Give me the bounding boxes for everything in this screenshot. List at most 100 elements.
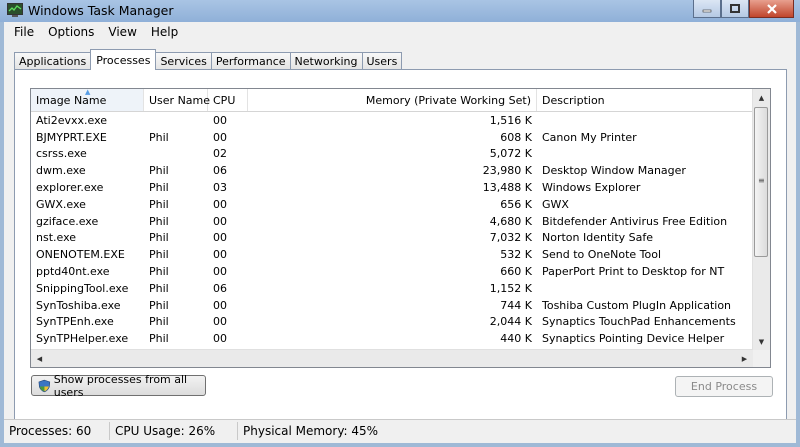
close-icon (766, 3, 777, 14)
cell-cpu: 02 (213, 147, 227, 161)
menu-file[interactable]: File (7, 25, 41, 39)
cell-image-name: ONENOTEM.EXE (36, 248, 125, 262)
cell-description: Norton Identity Safe (542, 231, 654, 245)
tab-processes[interactable]: Processes (90, 49, 157, 70)
status-cpu-usage: CPU Usage: 26% (110, 422, 238, 440)
cell-user-name: Phil (149, 197, 169, 211)
cell-memory: 7,032 K (489, 231, 532, 245)
cell-user-name: Phil (149, 332, 169, 346)
menu-view[interactable]: View (101, 25, 143, 39)
cell-user-name: Phil (149, 298, 169, 312)
cell-cpu: 06 (213, 281, 227, 295)
cell-cpu: 00 (213, 248, 227, 262)
process-row[interactable]: SynTPHelper.exe Phil 00 440 K Synaptics Poin… (31, 330, 757, 347)
column-header-memory[interactable]: Memory (Private Working Set) (248, 89, 537, 111)
scroll-left-icon[interactable]: ◀ (31, 350, 48, 367)
column-header-user-name[interactable]: User Name (144, 89, 210, 111)
cell-image-name: SynTPHelper.exe (36, 332, 129, 346)
cell-description: Canon My Printer (542, 130, 637, 144)
cell-image-name: dwm.exe (36, 164, 86, 178)
status-physical-memory: Physical Memory: 45% (243, 424, 379, 438)
cell-cpu: 00 (213, 130, 227, 144)
cell-description: Synaptics TouchPad Enhancements (542, 315, 736, 329)
cell-cpu: 03 (213, 181, 227, 195)
cell-memory: 656 K (500, 197, 532, 211)
minimize-button[interactable] (693, 0, 721, 18)
scroll-thumb[interactable]: ≡ (754, 107, 768, 257)
grip-icon: ≡ (758, 176, 765, 185)
cell-description: Send to OneNote Tool (542, 248, 662, 262)
tab-strip: Applications Processes Services Performa… (14, 49, 403, 70)
status-bar: Processes: 60 CPU Usage: 26% Physical Me… (4, 419, 796, 442)
cell-memory: 23,980 K (482, 164, 532, 178)
cell-image-name: pptd40nt.exe (36, 265, 110, 279)
cell-cpu: 00 (213, 298, 227, 312)
vertical-scrollbar[interactable]: ▲ ≡ ▼ (752, 89, 770, 350)
process-row[interactable]: csrss.exe 02 5,072 K (31, 146, 757, 163)
cell-memory: 1,152 K (489, 281, 532, 295)
tab-applications[interactable]: Applications (14, 52, 92, 70)
cell-cpu: 00 (213, 332, 227, 346)
tab-services[interactable]: Services (155, 52, 212, 70)
tab-networking[interactable]: Networking (289, 52, 363, 70)
cell-cpu: 00 (213, 315, 227, 329)
process-row[interactable]: pptd40nt.exe Phil 00 660 K PaperPort Print t… (31, 263, 757, 280)
process-row[interactable]: Ati2evxx.exe 00 1,516 K (31, 112, 757, 129)
cell-description: Toshiba Custom PlugIn Application (542, 298, 732, 312)
close-button[interactable] (749, 0, 794, 18)
cell-user-name: Phil (149, 265, 169, 279)
menu-help[interactable]: Help (144, 25, 185, 39)
cell-image-name: SynTPEnh.exe (36, 315, 114, 329)
shield-icon (38, 379, 51, 392)
column-header-image-name[interactable]: ▲ Image Name (31, 89, 144, 111)
maximize-button[interactable] (721, 0, 749, 18)
show-all-processes-button[interactable]: Show processes from all users (31, 373, 206, 399)
cell-memory: 5,072 K (489, 147, 532, 161)
column-header-description[interactable]: Description (537, 89, 757, 111)
tab-users[interactable]: Users (361, 52, 403, 70)
cell-cpu: 00 (213, 231, 227, 245)
process-row[interactable]: dwm.exe Phil 06 23,980 K Desktop Window Mana… (31, 162, 757, 179)
process-row[interactable]: nst.exe Phil 00 7,032 K Norton Identity Safe (31, 230, 757, 247)
cell-memory: 1,516 K (489, 113, 532, 127)
column-header-cpu[interactable]: CPU (208, 89, 248, 111)
column-header-row: ▲ Image Name User Name CPU Memory (Priva… (31, 89, 757, 112)
cell-memory: 660 K (500, 265, 532, 279)
process-row[interactable]: ONENOTEM.EXE Phil 00 532 K Send to OneNote T… (31, 246, 757, 263)
sort-ascending-icon: ▲ (85, 88, 91, 96)
process-row[interactable]: SynToshiba.exe Phil 00 744 K Toshiba Custom … (31, 297, 757, 314)
end-process-button[interactable]: End Process (675, 376, 773, 397)
cell-description: Bitdefender Antivirus Free Edition (542, 214, 728, 228)
process-row[interactable]: SnippingTool.exe Phil 06 1,152 K (31, 280, 757, 297)
process-row[interactable]: GWX.exe Phil 00 656 K GWX (31, 196, 757, 213)
maximize-icon (730, 4, 740, 13)
cell-user-name: Phil (149, 164, 169, 178)
menu-options[interactable]: Options (41, 25, 101, 39)
cell-description: Desktop Window Manager (542, 164, 686, 178)
cell-cpu: 00 (213, 214, 227, 228)
cell-memory: 13,488 K (482, 181, 532, 195)
scroll-up-icon[interactable]: ▲ (753, 89, 770, 106)
menu-bar: File Options View Help (4, 22, 796, 42)
cell-image-name: SynToshiba.exe (36, 298, 121, 312)
process-list: ▲ Image Name User Name CPU Memory (Priva… (30, 88, 771, 368)
cell-image-name: SnippingTool.exe (36, 281, 129, 295)
cell-description: PaperPort Print to Desktop for NT (542, 265, 725, 279)
process-row[interactable]: explorer.exe Phil 03 13,488 K Windows Explor… (31, 179, 757, 196)
cell-image-name: BJMYPRT.EXE (36, 130, 107, 144)
tab-performance[interactable]: Performance (210, 52, 291, 70)
cell-user-name: Phil (149, 181, 169, 195)
scroll-right-icon[interactable]: ▶ (736, 350, 753, 367)
process-row[interactable]: SynTPEnh.exe Phil 00 2,044 K Synaptics Touch… (31, 314, 757, 331)
cell-user-name: Phil (149, 130, 169, 144)
cell-image-name: GWX.exe (36, 197, 86, 211)
horizontal-scrollbar[interactable]: ◀ ▶ (31, 349, 753, 367)
process-row[interactable]: gziface.exe Phil 00 4,680 K Bitdefender Anti… (31, 213, 757, 230)
scroll-down-icon[interactable]: ▼ (753, 333, 770, 350)
cell-cpu: 06 (213, 164, 227, 178)
cell-memory: 608 K (500, 130, 532, 144)
cell-image-name: gziface.exe (36, 214, 99, 228)
minimize-icon (702, 9, 712, 12)
process-row[interactable]: BJMYPRT.EXE Phil 00 608 K Canon My Printer (31, 129, 757, 146)
scroll-corner (753, 350, 770, 367)
